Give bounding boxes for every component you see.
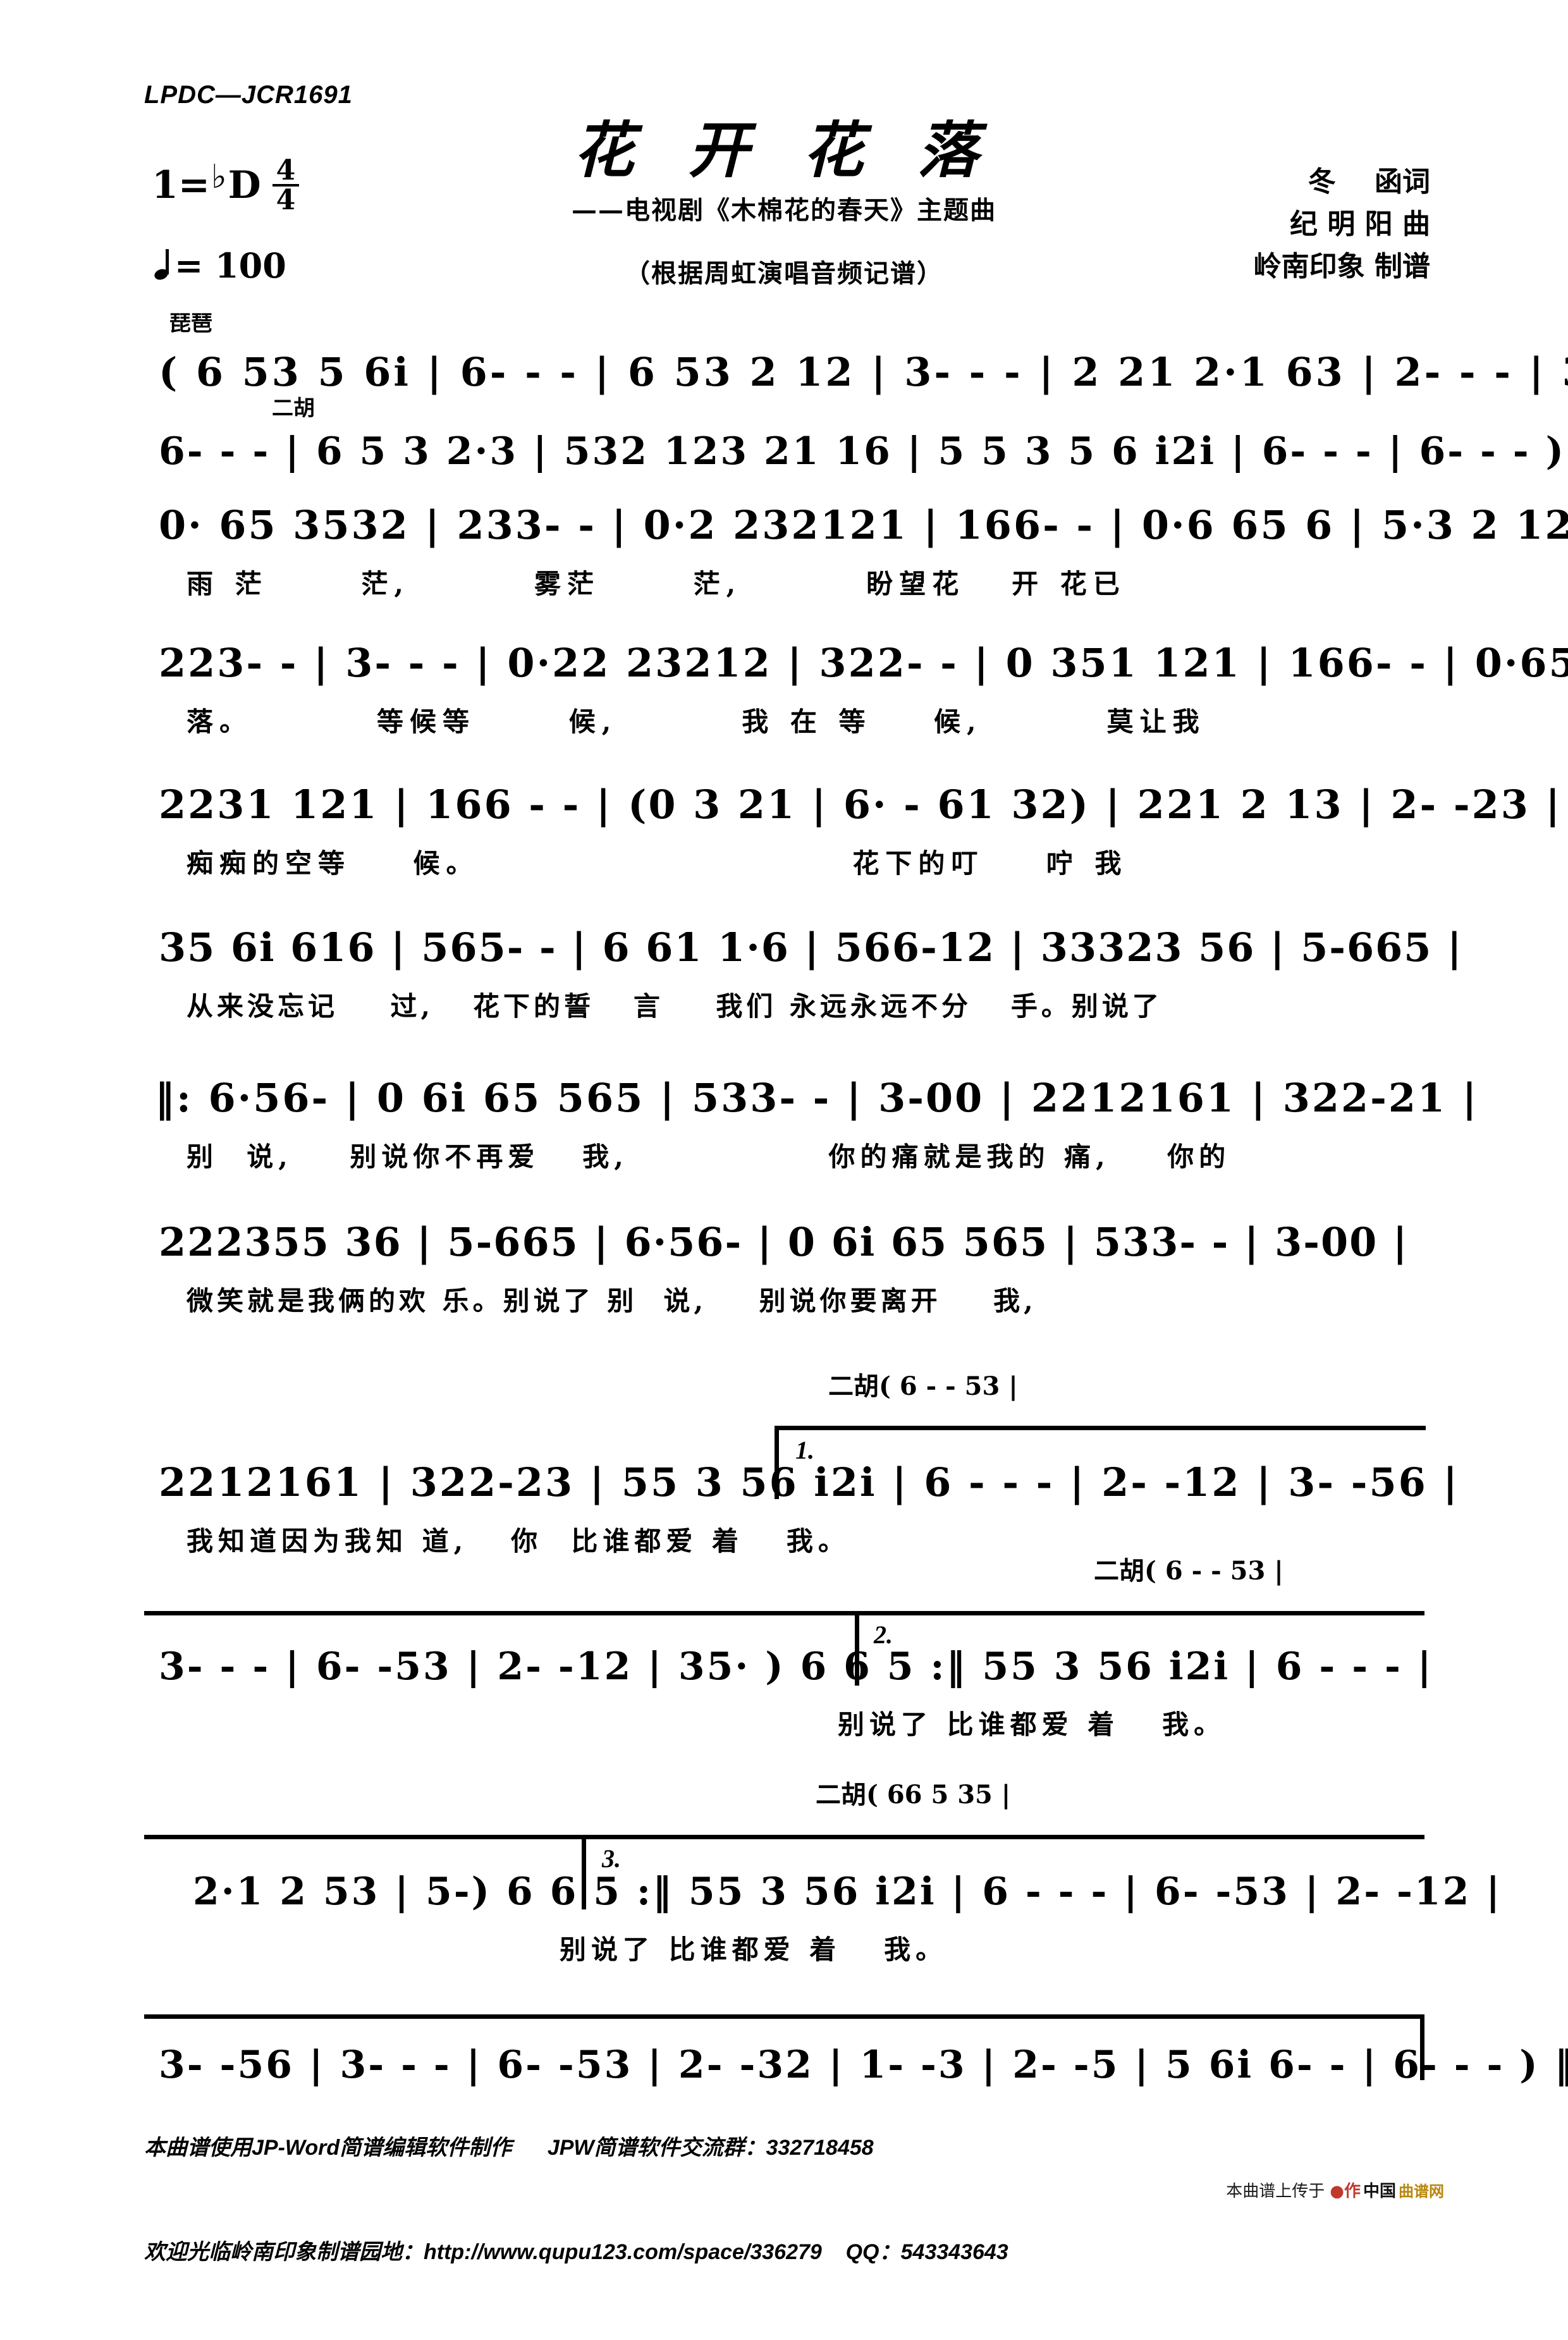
staff: 223- - | 3- - - | 0·22 23212 | 322- - | …: [149, 622, 1568, 742]
note-row: 2212161 | 322-23 | 55 3 56 i2i | 6 - - -…: [159, 1459, 1459, 1505]
watermark-logo-mark: ●作: [1330, 2182, 1361, 2201]
note-row: 222355 36 | 5-665 | 6·56- | 0 6i 65 565 …: [159, 1219, 1409, 1265]
staff: ‖: 6·56- | 0 6i 65 565 | 533- - | 3-00 |…: [149, 1057, 1476, 1177]
footer-line-2: 欢迎光临岭南印象制谱园地：http://www.qupu123.com/spac…: [144, 2240, 1008, 2265]
coda-bracket-line: [144, 2014, 1424, 2019]
staff: 2·1 2 53 | 5-) 6 6 5 :‖ 55 3 56 i2i | 6 …: [149, 1850, 1500, 1970]
staff-system-7: ‖: 6·56- | 0 6i 65 565 | 533- - | 3-00 |…: [0, 1057, 1568, 1177]
staff-system-10: 3- - - | 6- -53 | 2- -12 | 35· ) 6 6 5 :…: [0, 1625, 1568, 1745]
credits: 冬 函词 纪 明 阳 曲 岭南印象 制谱: [1253, 166, 1430, 283]
note-row: 3- - - | 6- -53 | 2- -12 | 35· ) 6 6 5 :…: [159, 1645, 1433, 1689]
staff: 35 6i 616 | 565- - | 6 61 1·6 | 566-12 |…: [149, 907, 1462, 1027]
erhu-cue-2: 二胡( 6 - - 53 |: [1094, 1556, 1283, 1586]
note-row: 2·1 2 53 | 5-) 6 6 5 :‖ 55 3 56 i2i | 6 …: [193, 1870, 1502, 1914]
lyrics-row: 痴痴的空等 候。 花下的叮 咛 我: [187, 848, 1128, 879]
staff-system-11: 2·1 2 53 | 5-) 6 6 5 :‖ 55 3 56 i2i | 6 …: [0, 1850, 1568, 1970]
note-row: ‖: 6·56- | 0 6i 65 565 | 533- - | 3-00 |…: [155, 1075, 1479, 1121]
note-row: 223- - | 3- - - | 0·22 23212 | 322- - | …: [159, 640, 1568, 686]
flat-icon: ♭: [211, 157, 227, 196]
key-note: D: [228, 163, 261, 208]
lyrics-row: 我知道因为我知 道, 你 比谁都爱 着 我。: [187, 1526, 850, 1557]
lyrics-row: 别说了 比谁都爱 着 我。: [838, 1709, 1226, 1740]
watermark-text: 本曲谱上传于: [1226, 2182, 1325, 2201]
note-row: 6- - - | 6 5 3 2·3 | 532 123 21 16 | 5 5…: [159, 429, 1568, 474]
note-row: 2231 121 | 166 - - | (0 3 21 | 6· - 61 3…: [159, 781, 1562, 828]
staff-system-3: 0· 65 3532 | 233- - | 0·2 232121 | 166- …: [0, 484, 1568, 604]
footer-line-1: 本曲谱使用JP-Word简谱编辑软件制作 JPW简谱软件交流群：33271845…: [144, 2136, 874, 2160]
subtitle-secondary: （根据周虹演唱音频记谱）: [625, 259, 943, 288]
staff: 0· 65 3532 | 233- - | 0·2 232121 | 166- …: [149, 484, 1568, 604]
watermark-logo: ●作 中国 曲谱网: [1330, 2178, 1444, 2202]
staff-system-8: 222355 36 | 5-665 | 6·56- | 0 6i 65 565 …: [0, 1201, 1568, 1321]
lyrics-row: 微笑就是我俩的欢 乐。别说了 别 说, 别说你要离开 我,: [187, 1285, 1037, 1316]
lyrics-row: 雨 茫 茫, 雾茫 茫, 盼望花 开 花已: [187, 568, 1126, 599]
footer-credits: 本曲谱使用JP-Word简谱编辑软件制作 JPW简谱软件交流群：33271845…: [144, 2061, 1008, 2340]
volta-bracket-1-line: [775, 1426, 1426, 1430]
erhu-cue-3: 二胡( 66 5 35 |: [816, 1780, 1011, 1810]
volta-bracket-3-line: [144, 1835, 1424, 1839]
staff: 3- - - | 6- -53 | 2- -12 | 35· ) 6 6 5 :…: [149, 1625, 1431, 1745]
staff-system-5: 2231 121 | 166 - - | (0 3 21 | 6· - 61 3…: [0, 764, 1568, 884]
staff: ( 6 53 5 6i | 6- - - | 6 53 2 12 | 3- - …: [149, 331, 1568, 407]
quarter-note-icon: [154, 249, 171, 279]
meter-denominator: 4: [276, 184, 296, 217]
subtitle: ——电视剧《木棉花的春天》主题曲: [572, 195, 996, 225]
meter-numerator: 4: [272, 156, 300, 187]
volta-bracket-2-line: [144, 1611, 1424, 1615]
tempo-marking: = 100: [154, 245, 286, 286]
sheet-music-page: LPDC—JCR1691 花 开 花 落 ——电视剧《木棉花的春天》主题曲 （根…: [0, 0, 1568, 2264]
lyrics-row: 别说了 比谁都爱 着 我。: [560, 1934, 948, 1965]
note-row: 35 6i 616 | 565- - | 6 61 1·6 | 566-12 |…: [159, 924, 1463, 971]
tempo-value: = 100: [175, 245, 286, 286]
key-label: 1=: [152, 163, 211, 208]
lyrics-row: 从来没忘记 过, 花下的誓 言 我们 永远永远不分 手。别说了: [187, 991, 1163, 1022]
staff-system-4: 223- - | 3- - - | 0·22 23212 | 322- - | …: [0, 622, 1568, 742]
key-signature: 1= ♭ D 4 4: [152, 156, 300, 217]
lyrics-row: 落。 等候等 候, 我 在 等 候, 莫让我: [187, 706, 1206, 737]
watermark: 本曲谱上传于 ●作 中国 曲谱网: [1226, 2178, 1444, 2202]
note-row: 0· 65 3532 | 233- - | 0·2 232121 | 166- …: [159, 502, 1568, 548]
staff: 2212161 | 322-23 | 55 3 56 i2i | 6 - - -…: [149, 1442, 1457, 1562]
watermark-logo-suffix: 曲谱网: [1399, 2183, 1444, 2200]
staff-system-6: 35 6i 616 | 565- - | 6 61 1·6 | 566-12 |…: [0, 907, 1568, 1027]
staff-system-2: 6- - - | 6 5 3 2·3 | 532 123 21 16 | 5 5…: [0, 410, 1568, 486]
staff-system-1: ( 6 53 5 6i | 6- - - | 6 53 2 12 | 3- - …: [0, 331, 1568, 407]
staff-system-9: 2212161 | 322-23 | 55 3 56 i2i | 6 - - -…: [0, 1442, 1568, 1562]
note-row: ( 6 53 5 6i | 6- - - | 6 53 2 12 | 3- - …: [159, 349, 1568, 395]
staff: 222355 36 | 5-665 | 6·56- | 0 6i 65 565 …: [149, 1201, 1419, 1321]
staff: 2231 121 | 166 - - | (0 3 21 | 6· - 61 3…: [149, 764, 1560, 884]
lyrics-row: 别 说, 别说你不再爱 我, 你的痛就是我的 痛, 你的: [187, 1141, 1231, 1172]
staff: 6- - - | 6 5 3 2·3 | 532 123 21 16 | 5 5…: [149, 410, 1564, 486]
watermark-logo-name: 中国: [1363, 2182, 1396, 2201]
time-signature: 4 4: [272, 156, 300, 217]
erhu-cue-1: 二胡( 6 - - 53 |: [828, 1371, 1018, 1401]
